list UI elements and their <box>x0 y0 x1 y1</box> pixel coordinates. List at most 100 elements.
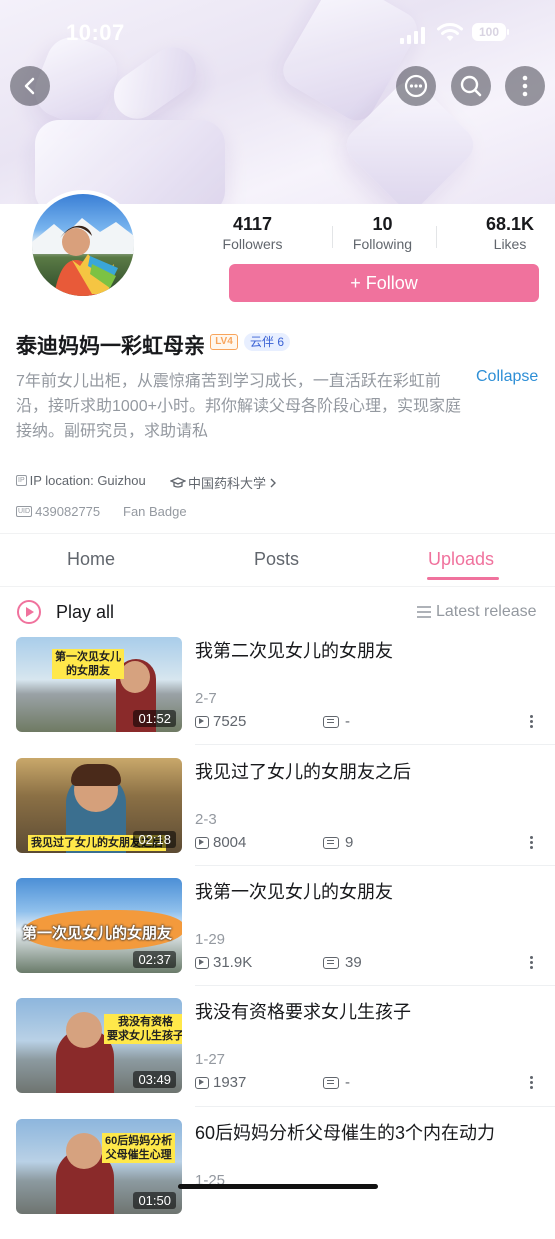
video-item[interactable]: 我没有资格 要求女儿生孩子 03:49 我没有资格要求女儿生孩子 1-27 19… <box>0 998 555 1118</box>
video-date: 1-27 <box>195 1051 226 1068</box>
sort-label: Latest release <box>436 603 537 620</box>
stat-divider <box>332 226 333 248</box>
video-comments: 9 <box>323 834 353 851</box>
video-more-button[interactable] <box>530 1074 533 1091</box>
follow-button[interactable]: + Follow <box>229 264 539 302</box>
more-vertical-icon <box>522 75 528 97</box>
ip-location-text: IP location: Guizhou <box>29 473 146 488</box>
thumbnail-caption: 60后妈妈分析 父母催生心理 <box>102 1133 176 1163</box>
video-date: 2-3 <box>195 811 217 828</box>
list-divider <box>195 865 555 866</box>
back-button[interactable] <box>10 66 50 106</box>
stat-followers[interactable]: 4117 Followers <box>215 214 290 252</box>
likes-count: 68.1K <box>485 214 535 234</box>
video-duration: 01:50 <box>133 1192 176 1209</box>
video-thumbnail[interactable]: 我没有资格 要求女儿生孩子 03:49 <box>16 998 182 1093</box>
uid-icon: UID <box>16 506 33 517</box>
video-duration: 01:52 <box>133 710 176 727</box>
video-comments: - <box>323 713 350 730</box>
signal-icon <box>400 26 426 44</box>
list-divider <box>195 985 555 986</box>
ip-icon: IP <box>16 475 27 486</box>
banner-decoration <box>35 120 225 204</box>
uid: UID 439082775 <box>16 504 100 519</box>
following-count: 10 <box>372 214 393 234</box>
home-indicator[interactable] <box>178 1184 378 1189</box>
video-date: 2-7 <box>195 690 217 707</box>
video-item[interactable]: 第一次见女儿 的女朋友 01:52 我第二次见女儿的女朋友 2-7 7525 - <box>0 637 555 757</box>
video-more-button[interactable] <box>530 954 533 971</box>
followers-count: 4117 <box>232 214 273 234</box>
search-icon <box>460 75 482 97</box>
profile-tabs: Home Posts Uploads <box>0 533 555 587</box>
play-count-icon <box>195 1076 209 1089</box>
banner-decoration <box>104 38 206 128</box>
video-more-button[interactable] <box>530 713 533 730</box>
video-comments: 39 <box>323 954 362 971</box>
video-thumbnail[interactable]: 第一次见女儿的女朋友 02:37 <box>16 878 182 973</box>
video-title: 我第二次见女儿的女朋友 <box>195 641 393 661</box>
video-duration: 02:37 <box>133 951 176 968</box>
video-item[interactable]: 第一次见女儿的女朋友 02:37 我第一次见女儿的女朋友 1-29 31.9K … <box>0 878 555 998</box>
video-title: 我第一次见女儿的女朋友 <box>195 882 393 902</box>
stat-following[interactable]: 10 Following <box>345 214 420 252</box>
comment-icon <box>323 956 339 969</box>
fan-badge-text: Fan Badge <box>123 504 187 519</box>
comment-icon <box>323 1076 339 1089</box>
tag-badge[interactable]: 云伴 6 <box>244 333 291 351</box>
play-circle-icon <box>17 600 41 624</box>
video-comments-value: - <box>345 713 350 730</box>
video-comments-value: 9 <box>345 834 354 851</box>
wifi-icon <box>437 23 463 41</box>
stat-divider <box>436 226 437 248</box>
avatar[interactable] <box>28 190 138 300</box>
video-views-value: 31.9K <box>213 954 253 971</box>
stat-likes[interactable]: 68.1K Likes <box>475 214 545 252</box>
video-date: 1-29 <box>195 931 226 948</box>
thumbnail-caption: 第一次见女儿 的女朋友 <box>52 649 124 679</box>
video-views-value: 8004 <box>213 834 247 851</box>
video-duration: 02:18 <box>133 831 176 848</box>
profile-banner: 10:07 100 <box>0 0 555 204</box>
following-label: Following <box>352 236 413 252</box>
video-comments-value: - <box>345 1074 350 1091</box>
fan-badge-link[interactable]: Fan Badge <box>123 504 187 519</box>
tab-uploads[interactable]: Uploads <box>428 549 494 570</box>
tab-active-indicator <box>427 577 499 580</box>
video-comments: - <box>323 1074 350 1091</box>
collapse-link[interactable]: Collapse <box>476 368 538 386</box>
likes-label: Likes <box>493 236 527 252</box>
graduation-cap-icon <box>170 476 186 488</box>
ip-location: IP IP location: Guizhou <box>16 473 146 488</box>
tab-posts[interactable]: Posts <box>254 549 299 570</box>
play-count-icon <box>195 956 209 969</box>
list-divider <box>195 1106 555 1107</box>
uid-text: 439082775 <box>35 504 101 519</box>
more-button[interactable] <box>505 66 545 106</box>
profile-stats: 4117 Followers 10 Following 68.1K Likes <box>205 214 550 254</box>
comment-icon <box>323 836 339 849</box>
sort-dropdown[interactable]: Latest release <box>416 603 537 621</box>
video-views: 31.9K <box>195 954 252 971</box>
status-bar: 10:07 100 <box>0 16 555 50</box>
play-all-label: Play all <box>56 601 115 622</box>
school-text: 中国药科大学 <box>188 476 267 491</box>
play-count-icon <box>195 836 209 849</box>
video-title: 60后妈妈分析父母催生的3个内在动力 <box>195 1123 496 1143</box>
tab-home[interactable]: Home <box>67 549 115 570</box>
video-item[interactable]: 我见过了女儿的女朋友之后 02:18 我见过了女儿的女朋友之后 2-3 8004… <box>0 758 555 878</box>
video-more-button[interactable] <box>530 834 533 851</box>
video-item[interactable]: 60后妈妈分析 父母催生心理 01:50 60后妈妈分析父母催生的3个内在动力 … <box>0 1119 555 1239</box>
video-thumbnail[interactable]: 我见过了女儿的女朋友之后 02:18 <box>16 758 182 853</box>
video-views: 8004 <box>195 834 246 851</box>
video-title: 我没有资格要求女儿生孩子 <box>195 1002 411 1022</box>
play-all-button[interactable]: Play all <box>16 599 114 625</box>
message-button[interactable] <box>396 66 436 106</box>
chat-bubble-icon <box>404 74 428 98</box>
search-button[interactable] <box>451 66 491 106</box>
battery-icon: 100 <box>472 23 506 41</box>
comment-icon <box>323 715 339 728</box>
thumbnail-caption: 我没有资格 要求女儿生孩子 <box>104 1014 182 1044</box>
school-link[interactable]: 中国药科大学 <box>170 473 277 492</box>
video-thumbnail[interactable]: 第一次见女儿 的女朋友 01:52 <box>16 637 182 732</box>
